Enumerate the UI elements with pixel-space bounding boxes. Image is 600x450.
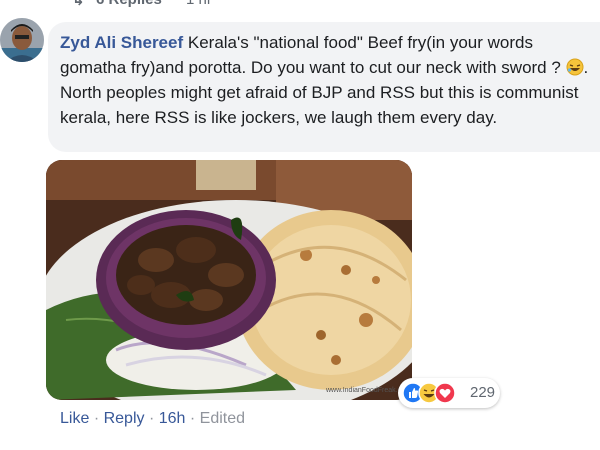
- like-link[interactable]: Like: [60, 410, 89, 427]
- comment-actions: Like · Reply · 16h · Edited: [60, 410, 245, 428]
- reply-arrow-icon: ↳: [72, 0, 85, 9]
- comment-body: Zyd Ali Shereef Kerala's "national food"…: [60, 30, 600, 130]
- avatar[interactable]: [0, 18, 44, 62]
- rofl-emoji-icon: [566, 58, 584, 76]
- reactions-summary[interactable]: 229: [398, 378, 500, 408]
- avatar-photo: [0, 18, 44, 62]
- separator: ·: [148, 410, 155, 427]
- separator: ·: [189, 410, 196, 427]
- edited-label[interactable]: Edited: [200, 410, 245, 427]
- replies-time: 1 hr: [186, 0, 212, 8]
- replies-count[interactable]: 6 Replies: [96, 0, 162, 8]
- comment-author[interactable]: Zyd Ali Shereef: [60, 33, 183, 52]
- comment-timestamp[interactable]: 16h: [159, 410, 186, 427]
- reply-link[interactable]: Reply: [104, 410, 145, 427]
- separator: ·: [93, 410, 100, 427]
- reaction-count: 229: [470, 384, 496, 401]
- replies-link[interactable]: ↳ 6 Replies 1 hr: [0, 0, 600, 9]
- comment-photo[interactable]: www.IndianFoodFreak.com: [46, 160, 412, 400]
- beef-fry-porotta-image: www.IndianFoodFreak.com: [46, 160, 412, 400]
- love-icon: [434, 382, 456, 404]
